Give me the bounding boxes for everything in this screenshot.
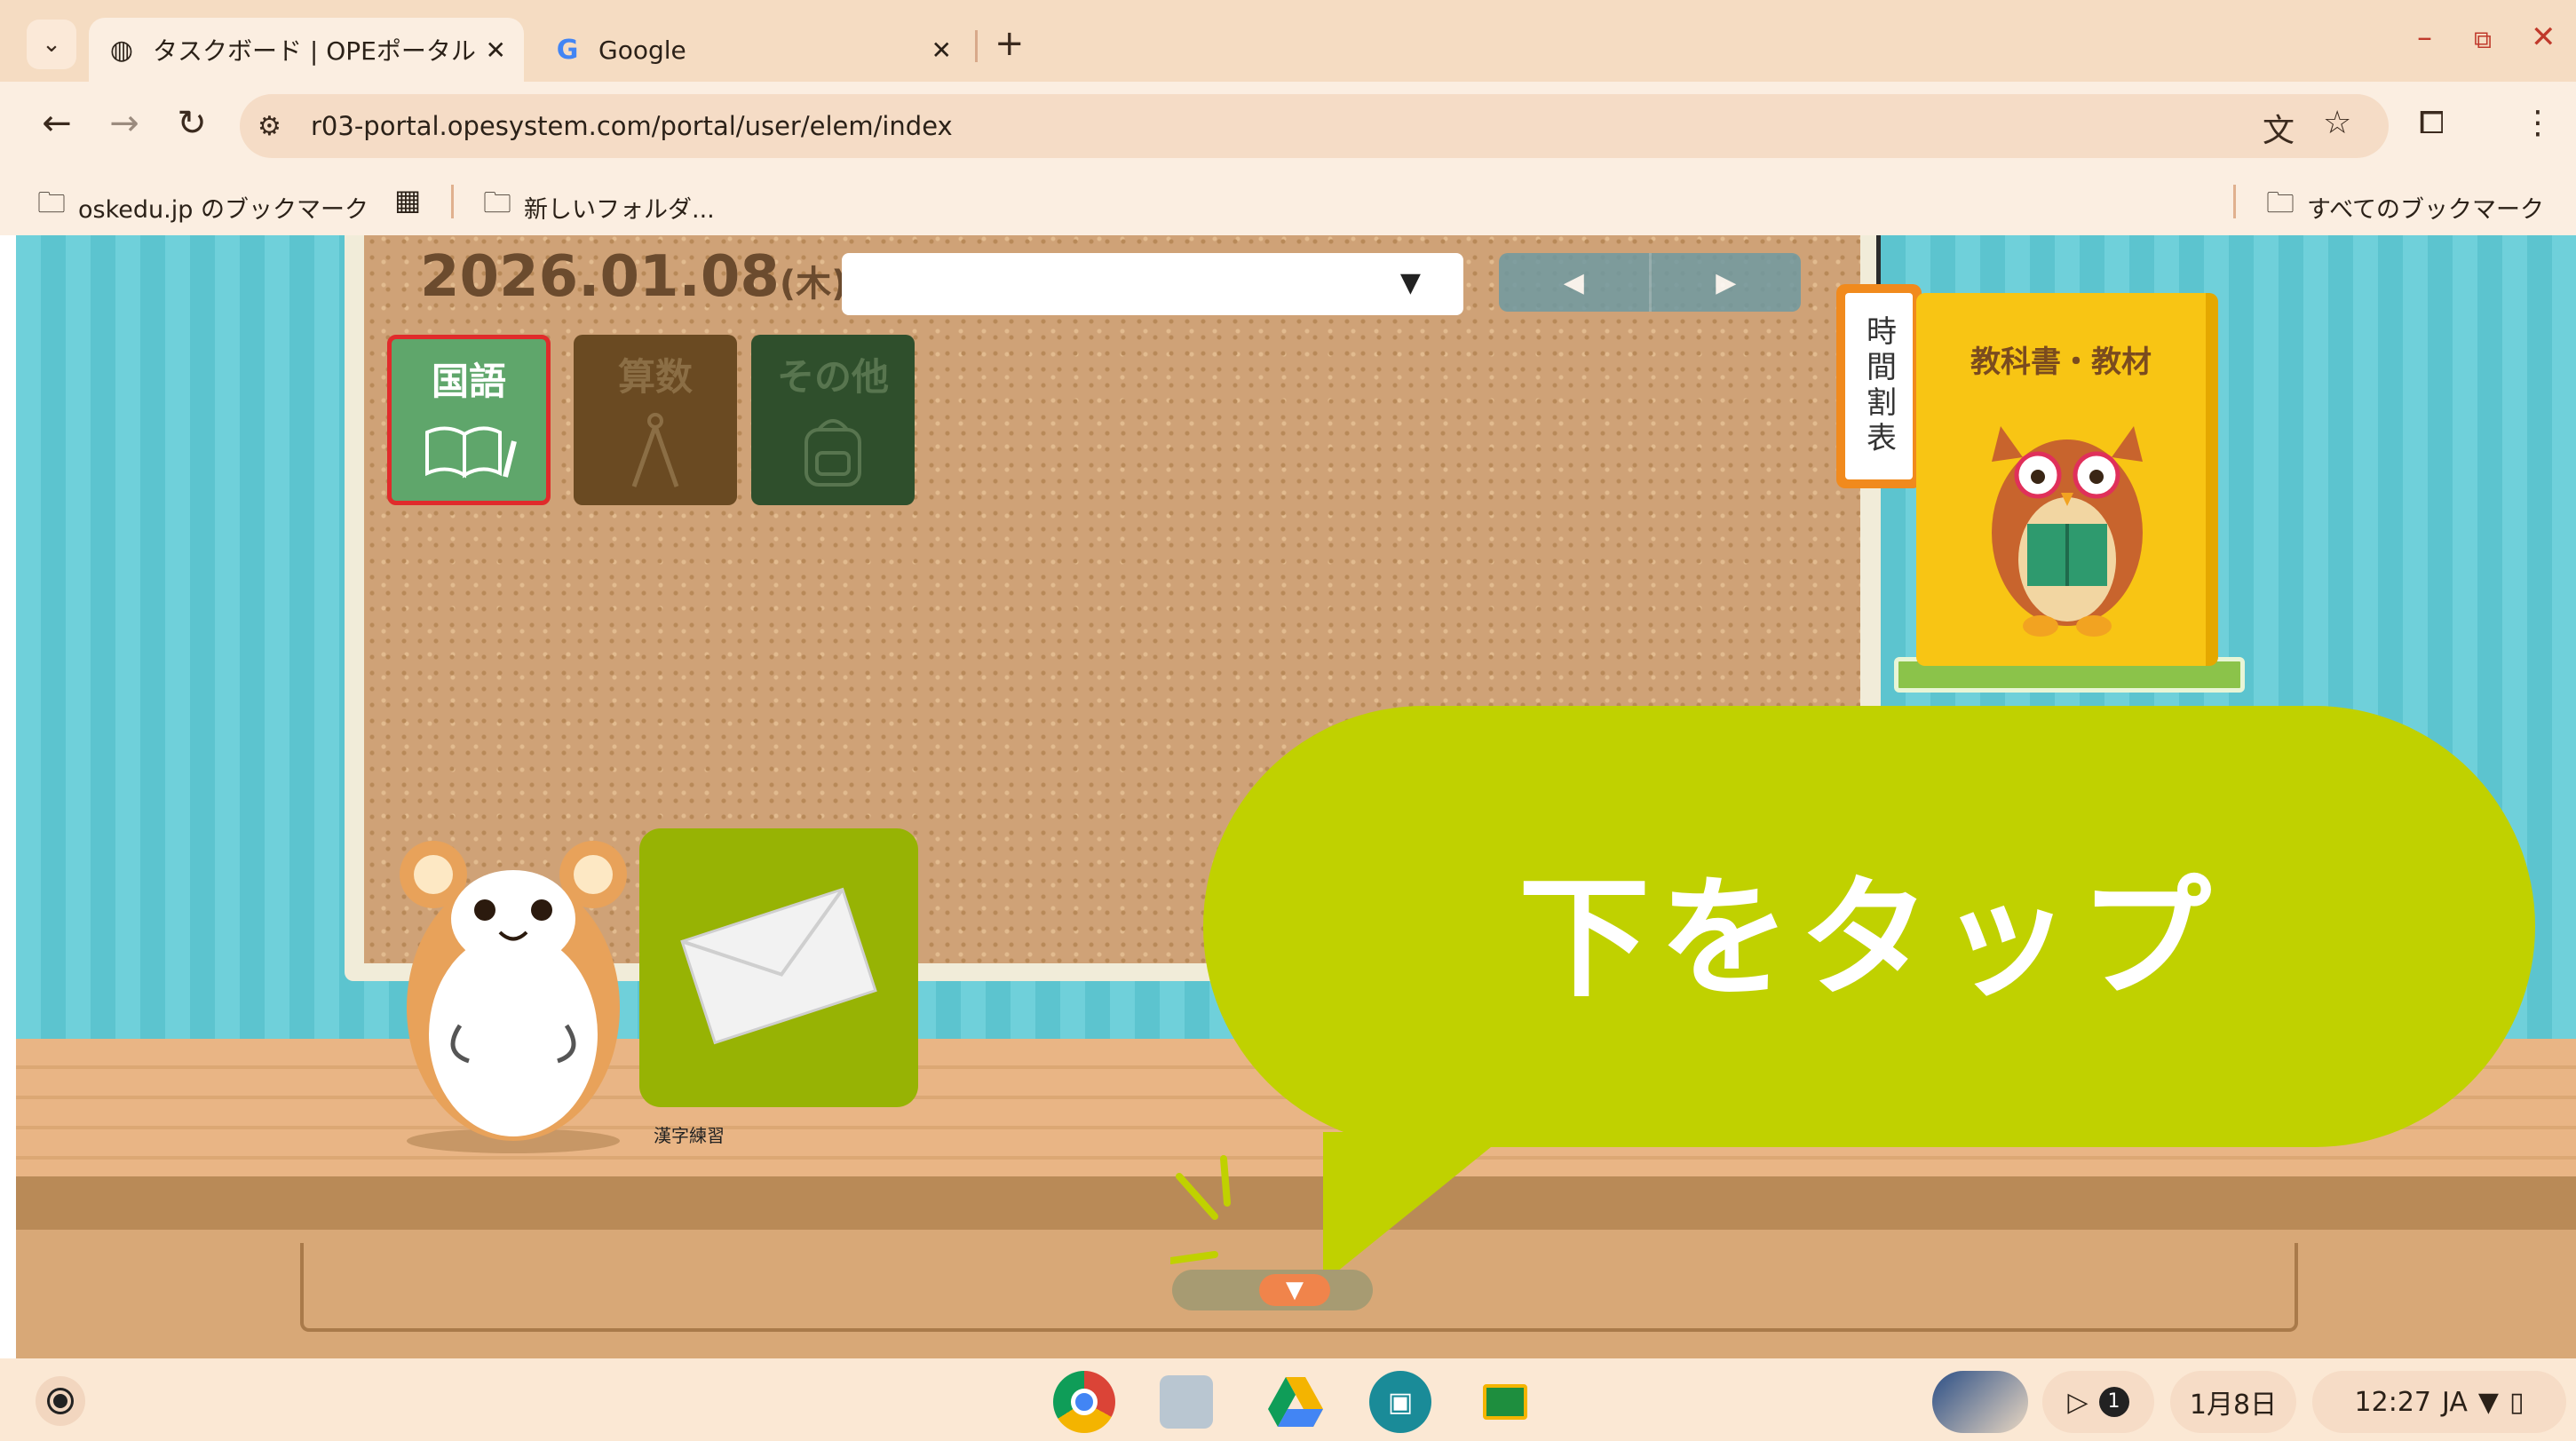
notification-tray[interactable]: ▷ 1 xyxy=(2042,1371,2154,1433)
bookmark-label: 新しいフォルダ... xyxy=(524,195,715,224)
weekday: (木) xyxy=(779,264,848,305)
backpack-icon xyxy=(797,410,868,507)
current-date: 2026.01.08(木) xyxy=(420,244,847,310)
chrome-icon[interactable] xyxy=(1053,1371,1115,1433)
reload-button[interactable]: ↻ xyxy=(170,103,213,144)
wifi-icon: ▼ xyxy=(2477,1386,2499,1418)
tab-divider xyxy=(975,30,978,62)
timetable-tag[interactable]: 時間割表 xyxy=(1836,284,1922,488)
subject-label: 国語 xyxy=(431,360,506,403)
prev-day-button[interactable]: ◀ xyxy=(1499,253,1652,312)
launcher-icon xyxy=(50,1390,71,1412)
folder-icon: 🗀 xyxy=(2266,186,2295,219)
subject-label: その他 xyxy=(776,355,889,399)
subject-sonota[interactable]: その他 xyxy=(751,335,915,505)
date-tray[interactable]: 1月8日 xyxy=(2170,1371,2296,1433)
bookmark-divider xyxy=(2233,185,2236,218)
compass-icon xyxy=(620,410,691,507)
tab-strip: ⌄ ◍ タスクボード | OPEポータル ✕ G Google ✕ + – ⧉ … xyxy=(0,0,2576,82)
globe-icon: ◍ xyxy=(109,34,134,66)
files-icon[interactable] xyxy=(1160,1375,1213,1429)
task-board-page: 2026.01.08(木) ▼ ◀ ▶ 国語 算数 その他 時間割表 教科書・教… xyxy=(16,235,2576,1358)
bookmark-divider xyxy=(451,185,454,218)
shelf-time: 12:27 xyxy=(2354,1386,2432,1418)
bookmark-label: oskedu.jp のブックマーク xyxy=(78,195,369,224)
folder-icon: 🗀 xyxy=(483,186,512,219)
timetable-label: 時間割表 xyxy=(1845,293,1913,479)
menu-icon[interactable]: ⋮ xyxy=(2522,105,2554,141)
notification-count: 1 xyxy=(2098,1387,2129,1417)
shelf-date: 1月8日 xyxy=(2189,1390,2278,1421)
hint-text: 下をタップ xyxy=(1518,862,2220,1015)
bookmark-star-icon[interactable]: ☆ xyxy=(2323,105,2351,141)
task-label: 漢字練習 xyxy=(654,1125,725,1146)
bookmark-label: すべてのブックマーク xyxy=(2307,195,2545,224)
apps-shortcut[interactable]: ▦ xyxy=(394,183,421,217)
bookmark-new-folder[interactable]: 🗀 新しいフォルダ... xyxy=(483,183,715,231)
tab-google[interactable]: G Google ✕ xyxy=(535,18,970,82)
apps-grid-icon: ▦ xyxy=(394,183,422,217)
ime-indicator: JA xyxy=(2442,1386,2468,1418)
chevron-down-icon: ⌄ xyxy=(42,31,61,58)
tab-opeportal[interactable]: ◍ タスクボード | OPEポータル ✕ xyxy=(89,18,524,82)
tab-search-button[interactable]: ⌄ xyxy=(27,20,76,69)
holding-space-tray[interactable] xyxy=(1932,1371,2028,1433)
translate-icon[interactable]: 文 xyxy=(2263,105,2295,151)
launcher-button[interactable] xyxy=(36,1376,85,1426)
bookmarks-bar: 🗀 oskedu.jp のブックマーク ▦ 🗀 新しいフォルダ... 🗀 すべて… xyxy=(0,167,2576,235)
play-store-icon: ▷ xyxy=(2067,1386,2089,1418)
all-bookmarks[interactable]: 🗀 すべてのブックマーク xyxy=(2266,183,2544,231)
site-settings-icon[interactable]: ⚙ xyxy=(258,111,293,142)
url-text: r03-portal.opesystem.com/portal/user/ele… xyxy=(311,111,953,141)
bookmark-oskedu[interactable]: 🗀 oskedu.jp のブックマーク xyxy=(37,183,369,231)
dropdown-arrow-icon: ▼ xyxy=(1399,267,1421,298)
address-bar[interactable]: ⚙ r03-portal.opesystem.com/portal/user/e… xyxy=(240,94,2389,158)
subject-kokugo[interactable]: 国語 xyxy=(387,335,551,505)
textbook-button[interactable]: 教科書・教材 xyxy=(1916,293,2218,666)
date-pager: ◀ ▶ xyxy=(1499,253,1801,312)
right-triangle-icon: ▶ xyxy=(1716,266,1737,298)
classroom-icon[interactable] xyxy=(1474,1371,1536,1433)
tab-title: Google xyxy=(598,35,686,65)
battery-icon: ▯ xyxy=(2509,1386,2524,1418)
drive-icon[interactable] xyxy=(1264,1371,1327,1433)
subject-sansu[interactable]: 算数 xyxy=(574,335,737,505)
class-select[interactable]: ▼ xyxy=(842,253,1463,315)
task-kanji-practice[interactable] xyxy=(639,828,918,1107)
owl-icon xyxy=(1974,391,2160,643)
close-tab-icon[interactable]: ✕ xyxy=(486,36,506,65)
subject-label: 算数 xyxy=(617,355,693,399)
tab-title: タスクボード | OPEポータル xyxy=(153,36,476,66)
down-triangle-icon: ▼ xyxy=(1286,1277,1304,1303)
close-window-icon[interactable]: ✕ xyxy=(2531,20,2556,55)
textbook-title: 教科書・教材 xyxy=(1970,344,2152,380)
managed-folder-icon: 🗀 xyxy=(37,186,67,219)
meet-icon[interactable]: ▣ xyxy=(1369,1371,1431,1433)
envelope-icon xyxy=(677,886,881,1049)
browser-toolbar: ← → ↻ ⚙ r03-portal.opesystem.com/portal/… xyxy=(0,82,2576,167)
hamster-mascot xyxy=(380,821,646,1162)
extensions-icon[interactable]: ⧠ xyxy=(2419,105,2445,142)
next-day-button[interactable]: ▶ xyxy=(1652,253,1802,312)
left-triangle-icon: ◀ xyxy=(1563,266,1584,298)
os-shelf: ▣ ▷ 1 1月8日 12:27 JA ▼ ▯ xyxy=(0,1358,2576,1441)
google-icon: G xyxy=(556,34,579,66)
open-drawer-button[interactable]: ▼ xyxy=(1259,1274,1330,1306)
browser-window: ⌄ ◍ タスクボード | OPEポータル ✕ G Google ✕ + – ⧉ … xyxy=(0,0,2576,235)
back-button[interactable]: ← xyxy=(36,103,78,144)
minimize-icon[interactable]: – xyxy=(2417,20,2432,55)
new-tab-button[interactable]: + xyxy=(995,23,1025,64)
book-pencil-icon xyxy=(420,415,518,503)
hint-bubble: 下をタップ xyxy=(1203,706,2535,1147)
date-value: 2026.01.08 xyxy=(420,244,780,310)
close-tab-icon[interactable]: ✕ xyxy=(931,36,952,65)
forward-button[interactable]: → xyxy=(103,103,146,144)
restore-icon[interactable]: ⧉ xyxy=(2474,25,2492,55)
status-tray[interactable]: 12:27 JA ▼ ▯ xyxy=(2312,1371,2566,1433)
